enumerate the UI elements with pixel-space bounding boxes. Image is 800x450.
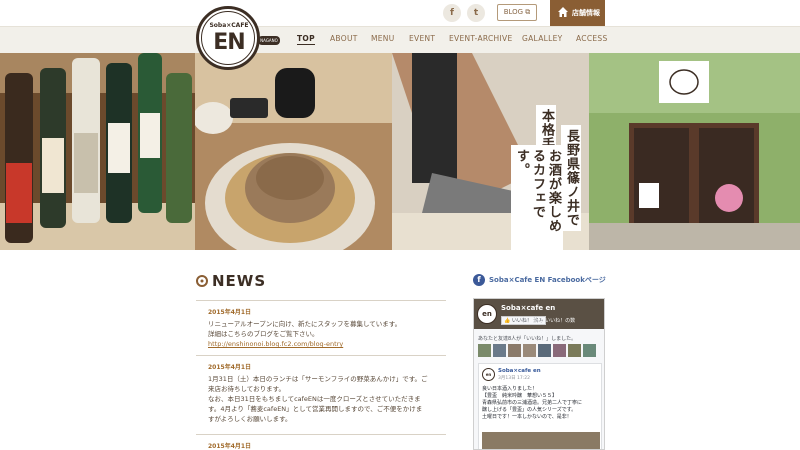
friend-avatar[interactable] <box>568 344 581 357</box>
facebook-logo-icon: f <box>473 274 485 286</box>
friend-avatar[interactable] <box>493 344 506 357</box>
news-item: 2015年4月1日 <box>196 434 446 450</box>
nav-top[interactable]: TOP <box>297 34 315 45</box>
news-text: す。4月より「蕎麦cafeEN」として営業再開しますので、ご不便をかけま <box>208 405 423 413</box>
hero-photo-sake-bottles <box>0 53 195 250</box>
nav-about[interactable]: ABOUT <box>330 34 358 43</box>
logo-subtitle: Soba×CAFE <box>209 22 249 29</box>
site-logo[interactable]: Soba×CAFE EN <box>196 6 260 70</box>
hero-tagline-1: 長野県篠ノ井で <box>561 125 581 231</box>
friend-avatar[interactable] <box>583 344 596 357</box>
news-date: 2015年4月1日 <box>208 309 252 316</box>
news-text: 1月31日（土）本日のランチは「サーモンフライの野菜あんかけ」です。ご <box>208 375 428 383</box>
nav-access[interactable]: ACCESS <box>576 34 608 43</box>
news-date: 2015年4月1日 <box>208 443 252 450</box>
facebook-page-avatar[interactable]: en <box>477 304 497 324</box>
news-text: 来店お待ちしております。 <box>208 385 285 393</box>
news-item: 2015年4月1日 1月31日（土）本日のランチは「サーモンフライの野菜あんかけ… <box>196 355 446 424</box>
hero-tagline-3: お酒が楽しめるカフェです。 <box>511 145 563 250</box>
post-date[interactable]: 3月13日 17:22 <box>498 375 530 381</box>
nav-menu[interactable]: MENU <box>371 34 395 43</box>
nav-gallery[interactable]: GALALLEY <box>522 34 563 43</box>
friend-avatar[interactable] <box>508 344 521 357</box>
news-item: 2015年4月1日 リニューアルオープンに向け、新たにスタッフを募集しています。… <box>196 300 446 349</box>
facebook-post: en Soba×cafe en 3月13日 17:22 良い日本酒入りました！ … <box>478 363 602 449</box>
facebook-widget: en Soba×cafe en 👍 いいね！ 済み 201 いいね！の数 あなた… <box>473 298 605 450</box>
post-author-name[interactable]: Soba×cafe en <box>498 368 541 374</box>
news-text: 詳細はこちらのブログをご覧下さい。 <box>208 330 319 338</box>
logo-wordmark: EN <box>213 30 245 55</box>
logo-tag: NAGANO <box>258 36 280 45</box>
facebook-heading-link[interactable]: Soba×Cafe EN Facebookページ <box>489 275 606 285</box>
hero-banner: 長野県篠ノ井で 本格手打ち蕎麦と お酒が楽しめるカフェです。 <box>0 53 800 250</box>
facebook-page-name[interactable]: Soba×cafe en <box>501 304 555 312</box>
store-info-label: 店舗情報 <box>572 9 600 17</box>
friend-avatar[interactable] <box>553 344 566 357</box>
news-heading: NEWS <box>212 272 267 290</box>
news-text: すがよろしくお願いします。 <box>208 415 292 423</box>
twitter-icon[interactable]: t <box>467 4 485 22</box>
post-image[interactable] <box>482 432 600 449</box>
store-info-button[interactable]: 店舗情報 <box>550 0 605 26</box>
top-bar <box>0 0 800 26</box>
news-bullet-icon <box>196 275 208 287</box>
news-blog-link[interactable]: http://enshinonoi.blog.fc2.com/blog-entr… <box>208 339 446 349</box>
post-author-avatar[interactable]: en <box>482 368 495 381</box>
blog-button[interactable]: BLOG ⧉ <box>497 4 537 21</box>
nav-event-archive[interactable]: EVENT-ARCHIVE <box>449 34 512 43</box>
friend-avatar[interactable] <box>538 344 551 357</box>
facebook-icon[interactable]: f <box>443 4 461 22</box>
facebook-friend-faces <box>478 344 602 358</box>
facebook-friends-text: あなたと友達8人が「いいね！」しました。 <box>478 336 577 342</box>
nav-event[interactable]: EVENT <box>409 34 435 43</box>
friend-avatar[interactable] <box>523 344 536 357</box>
hero-photo-soba-plate <box>195 53 392 250</box>
home-icon <box>558 7 568 17</box>
hero-photo-storefront <box>589 53 800 250</box>
friend-avatar[interactable] <box>478 344 491 357</box>
news-text: リニューアルオープンに向け、新たにスタッフを募集しています。 <box>208 320 402 328</box>
post-text: 良い日本酒入りました！ 【豊盃 純米吟醸 華想い５５】 青森県弘前市の三浦酒造。… <box>482 386 583 420</box>
news-text: なお、本日31日をもちましてcafeENは一度クローズとさせていただきま <box>208 395 421 403</box>
news-date: 2015年4月1日 <box>208 364 252 371</box>
facebook-like-count: 201 いいね！の数 <box>534 318 576 324</box>
nav-bar <box>0 26 800 53</box>
